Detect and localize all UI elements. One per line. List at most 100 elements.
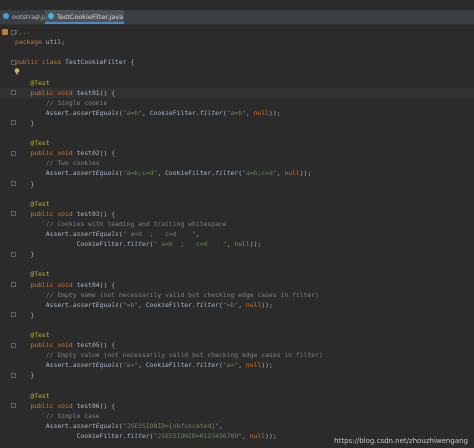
code-token: Assert.	[15, 300, 73, 309]
code-token: }	[15, 371, 35, 380]
test-class-icon	[48, 13, 54, 19]
code-line[interactable]: public void test04() {	[15, 280, 115, 290]
code-token: assertEquals	[72, 421, 119, 430]
code-token: , CookieFilter.	[138, 361, 196, 370]
code-token: // Simple case	[15, 411, 100, 420]
tab-label: TestCookieFilter.java	[57, 13, 124, 21]
ide-window: ootstrap.java × TestCookieFilter.java × …	[0, 0, 474, 448]
code-line[interactable]: public void test03() {	[15, 209, 115, 219]
code-token: test03() {	[76, 209, 116, 218]
code-token: // Two cookies	[15, 159, 100, 168]
fold-toggle-icon[interactable]	[11, 211, 16, 217]
code-line[interactable]: }	[15, 249, 34, 259]
code-line[interactable]: public void test02() {	[15, 148, 115, 158]
code-token: null	[245, 300, 262, 309]
code-token: Assert.	[15, 421, 73, 430]
code-token: ));	[261, 361, 273, 370]
fold-toggle-icon[interactable]	[11, 372, 16, 378]
code-token: ,	[245, 108, 254, 117]
code-token: ,	[242, 432, 250, 440]
code-line[interactable]: // Single cookie	[15, 98, 108, 108]
code-line[interactable]: // Two cookies	[15, 158, 100, 168]
code-token: "a=b"	[226, 108, 246, 117]
fold-toggle-icon[interactable]	[11, 59, 16, 65]
code-token: public void	[15, 209, 77, 218]
code-line[interactable]: Assert.assertEquals("a=b;c=d", CookieFil…	[15, 168, 312, 178]
code-token: ));	[269, 108, 281, 117]
code-token: assertEquals	[72, 108, 119, 117]
code-line[interactable]: }	[15, 310, 34, 320]
code-line[interactable]: }	[15, 118, 34, 128]
code-token: null	[245, 361, 262, 370]
code-token: @Test	[15, 331, 50, 339]
code-token: }	[15, 310, 35, 319]
code-line[interactable]: package util;	[15, 37, 65, 47]
code-line[interactable]: Assert.assertEquals("=b", CookieFilter.f…	[15, 300, 273, 310]
code-line[interactable]: // Empty name (not necessarily valid but…	[15, 290, 319, 300]
code-token: {	[130, 58, 135, 67]
tab-test-cookie-filter-java[interactable]: TestCookieFilter.java ×	[45, 10, 124, 24]
code-line[interactable]: public void test01() {	[0, 87, 474, 98]
code-token: TestCookieFilter	[65, 58, 131, 67]
code-line[interactable]: Assert.assertEquals(" a=b ; c=d ",	[15, 229, 200, 239]
lightbulb-icon[interactable]	[14, 68, 20, 75]
code-line[interactable]: Assert.assertEquals("a=", CookieFilter.f…	[15, 360, 273, 370]
fold-toggle-icon[interactable]	[11, 251, 16, 257]
code-line[interactable]: @Test	[15, 78, 50, 88]
code-line[interactable]: @Test	[15, 138, 49, 148]
code-token: "a=b;c=d"	[122, 169, 158, 178]
code-token: ));	[249, 240, 262, 249]
code-token: // Single cookie	[15, 98, 108, 107]
code-token: public void	[15, 88, 77, 97]
code-token: @Test	[15, 270, 50, 279]
code-token: "=b"	[222, 300, 239, 309]
fold-toggle-icon[interactable]	[11, 312, 16, 318]
code-line[interactable]: public class TestCookieFilter {	[15, 57, 134, 67]
code-token: null	[253, 108, 270, 117]
fold-toggle-icon[interactable]	[11, 282, 16, 287]
code-token: CookieFilter.	[15, 240, 127, 249]
fold-toggle-icon[interactable]	[11, 90, 16, 96]
code-token: @Test	[15, 78, 50, 87]
code-line[interactable]: Assert.assertEquals("JSESSIONID=[obfusca…	[15, 421, 223, 431]
code-line[interactable]: }	[15, 179, 34, 189]
code-line[interactable]: // Simple case	[15, 411, 100, 421]
fold-toggle-icon[interactable]	[11, 29, 16, 35]
code-line[interactable]: CookieFilter.filter(" a=b ; c=d ", null)…	[15, 239, 262, 249]
code-token: null	[234, 240, 250, 249]
code-token: util;	[41, 38, 66, 47]
tab-bootstrap-java[interactable]: ootstrap.java ×	[0, 10, 55, 24]
code-token: public void	[15, 401, 77, 410]
code-line[interactable]: }	[15, 370, 34, 380]
code-token: }	[15, 118, 35, 127]
code-line[interactable]: CookieFilter.filter("JSESSIONID=01234567…	[15, 431, 277, 441]
code-token: assertEquals	[72, 361, 119, 370]
code-line[interactable]: @Test	[15, 269, 50, 279]
fold-toggle-icon[interactable]	[11, 342, 16, 348]
code-line[interactable]: public void test05() {	[15, 340, 115, 350]
code-line[interactable]: @Test	[15, 391, 49, 401]
close-tab-icon[interactable]: ×	[36, 10, 41, 24]
code-line[interactable]: // Cookies with leading and trailing whi…	[15, 219, 227, 229]
code-token: "=b"	[122, 300, 139, 309]
code-token: null	[284, 169, 300, 178]
code-token: @Test	[15, 199, 50, 208]
code-token: // Cookies with leading and trailing whi…	[15, 219, 227, 228]
code-line[interactable]: // Empty value (not necessarily valid bu…	[15, 350, 323, 360]
close-tab-icon[interactable]: ×	[116, 10, 121, 24]
code-editor[interactable]: /... package util; public class TestCookie…	[0, 25, 474, 448]
editor-tab-bar: ootstrap.java × TestCookieFilter.java ×	[0, 10, 474, 25]
bookmark-icon[interactable]	[2, 29, 8, 35]
code-line[interactable]: /...	[15, 27, 30, 37]
code-token: "a="	[222, 361, 239, 370]
code-line[interactable]: @Test	[15, 199, 50, 209]
code-token: assertEquals	[72, 230, 119, 238]
fold-toggle-icon[interactable]	[11, 120, 16, 126]
fold-toggle-icon[interactable]	[11, 181, 16, 186]
fold-toggle-icon[interactable]	[11, 150, 16, 156]
code-line[interactable]: public void test06() {	[15, 401, 115, 411]
code-line[interactable]: @Test	[15, 330, 50, 340]
fold-toggle-icon[interactable]	[11, 403, 16, 409]
code-token: filter	[199, 108, 223, 117]
code-line[interactable]: Assert.assertEquals("a=b", CookieFilter.…	[15, 108, 281, 118]
